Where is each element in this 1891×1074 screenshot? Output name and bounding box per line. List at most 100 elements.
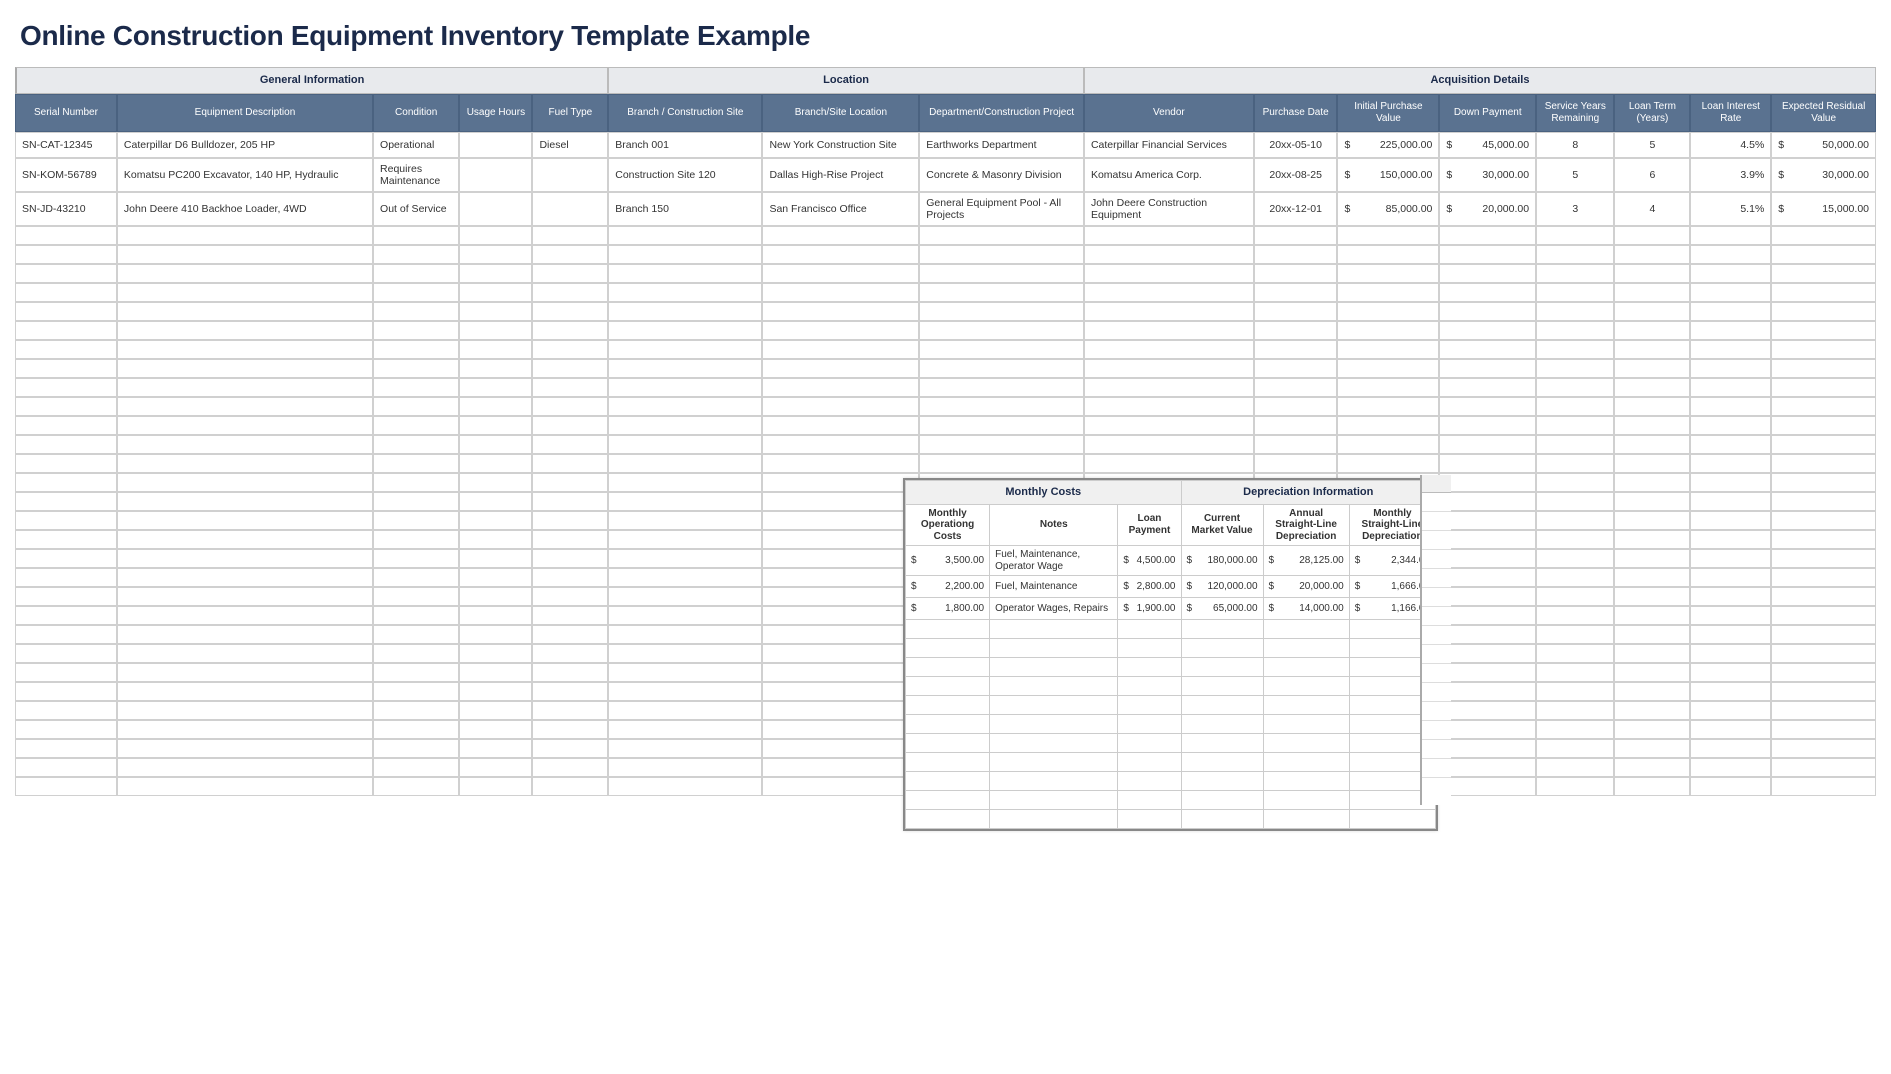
empty-cell[interactable] — [459, 701, 532, 720]
cell-pdate[interactable]: 20xx-08-25 — [1254, 158, 1338, 192]
empty-cell[interactable] — [608, 492, 762, 511]
cell-siteloc[interactable]: New York Construction Site — [762, 132, 919, 158]
empty-cell[interactable] — [117, 549, 373, 568]
empty-cell[interactable] — [1084, 283, 1254, 302]
empty-cell[interactable] — [373, 321, 459, 340]
empty-cell[interactable] — [1439, 397, 1536, 416]
empty-cell[interactable] — [762, 378, 919, 397]
empty-cell[interactable] — [1690, 549, 1771, 568]
empty-row[interactable] — [15, 321, 1876, 340]
empty-cell[interactable] — [1254, 340, 1338, 359]
col-lir[interactable]: Loan Interest Rate — [1690, 94, 1771, 132]
empty-cell[interactable] — [373, 530, 459, 549]
cell-loanterm[interactable]: 5 — [1614, 132, 1690, 158]
empty-cell[interactable] — [117, 302, 373, 321]
empty-cell[interactable] — [608, 283, 762, 302]
empty-cell[interactable] — [1690, 283, 1771, 302]
empty-cell[interactable] — [459, 473, 532, 492]
ov-cell-moc[interactable]: $3,500.00 — [906, 546, 990, 576]
cell-loanterm[interactable]: 6 — [1614, 158, 1690, 192]
empty-cell[interactable] — [762, 701, 919, 720]
empty-cell[interactable] — [459, 549, 532, 568]
empty-cell[interactable] — [919, 416, 1084, 435]
empty-cell[interactable] — [373, 416, 459, 435]
empty-cell[interactable] — [1084, 264, 1254, 283]
empty-cell[interactable] — [117, 606, 373, 625]
cell-serial[interactable]: SN-KOM-56789 — [15, 158, 117, 192]
empty-cell[interactable] — [15, 644, 117, 663]
empty-cell[interactable] — [1771, 359, 1876, 378]
empty-cell[interactable] — [532, 739, 608, 758]
empty-cell[interactable] — [15, 378, 117, 397]
empty-cell[interactable] — [1337, 454, 1439, 473]
col-dept[interactable]: Department/Construction Project — [919, 94, 1084, 132]
empty-cell[interactable] — [15, 473, 117, 492]
empty-cell[interactable] — [1614, 606, 1690, 625]
empty-cell[interactable] — [373, 625, 459, 644]
empty-cell[interactable] — [373, 454, 459, 473]
empty-cell[interactable] — [1337, 226, 1439, 245]
empty-cell[interactable] — [1536, 321, 1614, 340]
empty-cell[interactable] — [459, 416, 532, 435]
empty-cell[interactable] — [762, 226, 919, 245]
empty-cell[interactable] — [1690, 226, 1771, 245]
empty-cell[interactable] — [532, 359, 608, 378]
empty-cell[interactable] — [1771, 739, 1876, 758]
empty-cell[interactable] — [1614, 416, 1690, 435]
col-cond[interactable]: Condition — [373, 94, 459, 132]
empty-cell[interactable] — [1536, 492, 1614, 511]
empty-cell[interactable] — [532, 492, 608, 511]
empty-cell[interactable] — [15, 397, 117, 416]
empty-cell[interactable] — [1614, 625, 1690, 644]
empty-cell[interactable] — [459, 777, 532, 796]
empty-cell[interactable] — [532, 663, 608, 682]
empty-cell[interactable] — [1254, 359, 1338, 378]
empty-cell[interactable] — [762, 682, 919, 701]
empty-cell[interactable] — [608, 511, 762, 530]
empty-cell[interactable] — [608, 226, 762, 245]
col-svcyrs[interactable]: Service Years Remaining — [1536, 94, 1614, 132]
cell-erv[interactable]: $50,000.00 — [1771, 132, 1876, 158]
empty-cell[interactable] — [762, 416, 919, 435]
empty-cell[interactable] — [1771, 511, 1876, 530]
empty-cell[interactable] — [459, 568, 532, 587]
empty-cell[interactable] — [1536, 245, 1614, 264]
empty-cell[interactable] — [1254, 435, 1338, 454]
empty-cell[interactable] — [1690, 758, 1771, 777]
cell-serial[interactable]: SN-CAT-12345 — [15, 132, 117, 158]
empty-cell[interactable] — [459, 739, 532, 758]
empty-cell[interactable] — [373, 568, 459, 587]
empty-cell[interactable] — [373, 226, 459, 245]
empty-cell[interactable] — [608, 359, 762, 378]
empty-cell[interactable] — [762, 397, 919, 416]
ov-cell-notes[interactable]: Fuel, Maintenance — [990, 576, 1118, 598]
empty-cell[interactable] — [1614, 302, 1690, 321]
cell-branch[interactable]: Branch 001 — [608, 132, 762, 158]
empty-cell[interactable] — [762, 606, 919, 625]
empty-cell[interactable] — [117, 226, 373, 245]
cell-fuel[interactable] — [532, 158, 608, 192]
cell-serial[interactable]: SN-JD-43210 — [15, 192, 117, 226]
empty-cell[interactable] — [459, 492, 532, 511]
empty-cell[interactable] — [1439, 606, 1536, 625]
empty-cell[interactable] — [1690, 739, 1771, 758]
cell-erv[interactable]: $15,000.00 — [1771, 192, 1876, 226]
empty-cell[interactable] — [1254, 416, 1338, 435]
empty-cell[interactable] — [1439, 511, 1536, 530]
overlay-empty-row[interactable] — [906, 715, 1436, 734]
overlay-row[interactable]: $2,200.00Fuel, Maintenance$2,800.00$120,… — [906, 576, 1436, 598]
empty-cell[interactable] — [459, 226, 532, 245]
empty-cell[interactable] — [608, 606, 762, 625]
cell-pdate[interactable]: 20xx-12-01 — [1254, 192, 1338, 226]
empty-cell[interactable] — [608, 245, 762, 264]
empty-cell[interactable] — [1614, 568, 1690, 587]
empty-cell[interactable] — [15, 777, 117, 796]
empty-cell[interactable] — [117, 245, 373, 264]
empty-cell[interactable] — [15, 321, 117, 340]
empty-cell[interactable] — [117, 397, 373, 416]
cell-fuel[interactable]: Diesel — [532, 132, 608, 158]
empty-cell[interactable] — [373, 587, 459, 606]
col-branch[interactable]: Branch / Construction Site — [608, 94, 762, 132]
empty-cell[interactable] — [1536, 397, 1614, 416]
col-down[interactable]: Down Payment — [1439, 94, 1536, 132]
